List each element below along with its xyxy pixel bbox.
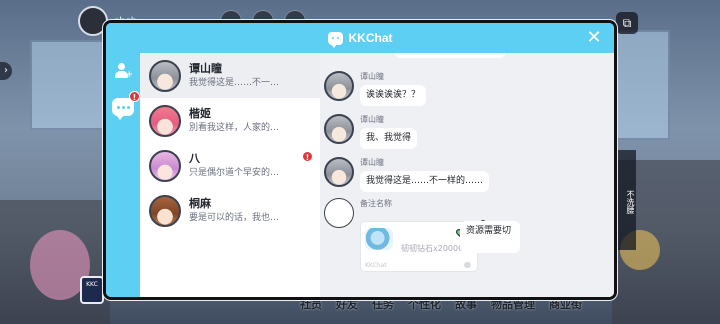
conversation-item[interactable]: 八 只是偶尔道个早安的… ! — [140, 143, 320, 188]
message-bubble: 我觉得这是……不一样的…… — [360, 171, 490, 192]
message-area[interactable]: 谭山瞳 诶诶诶诶？？ 谭山瞳 我、我觉得 谭山瞳 我觉得这是……不一样的…… 备… — [320, 53, 614, 297]
message-bubble: 资源需要切 — [460, 221, 520, 253]
kkchat-logo-icon — [327, 31, 343, 48]
message-sender: 谭山瞳 — [360, 115, 384, 124]
event-badge[interactable]: KKC — [80, 276, 104, 304]
conversation-preview: 別看我这样，人家的… — [189, 123, 280, 133]
conversation-preview: 我觉得这是……不一… — [189, 78, 280, 88]
conversation-item[interactable]: 桐麻 要是可以的话，我也… — [140, 188, 320, 233]
conversation-item[interactable]: 楷姬 別看我这样，人家的… — [140, 98, 320, 143]
screen-toggle-icon[interactable]: ⧉ — [616, 12, 638, 34]
message-bubble: 诶诶诶诶？？ — [360, 85, 427, 106]
message-bubble: 我、我觉得 — [360, 128, 418, 149]
chevron-right-icon[interactable]: › — [0, 62, 12, 80]
conversation-name: 谭山瞳 — [189, 62, 222, 75]
message-bubble-stub — [395, 53, 505, 58]
message-sender: 谭山瞳 — [360, 72, 384, 81]
message-sender: 谭山瞳 — [360, 158, 384, 167]
app-title: KKChat — [348, 31, 393, 45]
avatar — [324, 157, 354, 187]
conversation-name: 楷姬 — [189, 107, 211, 120]
conversation-name: 桐麻 — [189, 197, 211, 210]
contacts-tab[interactable]: + — [111, 59, 135, 83]
heart-icon — [464, 262, 471, 268]
avatar — [324, 71, 354, 101]
avatar — [149, 149, 181, 182]
alert-badge: ! — [129, 91, 140, 102]
conversation-item[interactable]: 谭山瞳 我觉得这是……不一… — [140, 53, 320, 98]
avatar — [149, 194, 181, 227]
side-rail: + ! — [106, 53, 140, 297]
message-sender: 备注名称 — [360, 199, 392, 208]
conversation-name: 八 — [189, 152, 200, 165]
alert-badge: ! — [302, 151, 313, 162]
conversation-preview: 只是偶尔道个早安的… — [189, 168, 280, 178]
message-row: 谭山瞳 我觉得这是……不一样的…… — [324, 157, 490, 192]
conversation-list: 谭山瞳 我觉得这是……不一… 楷姬 別看我这样，人家的… 八 只是偶尔道个早安的… — [140, 53, 320, 297]
chat-window: KKChat ✕ + ! 谭山瞳 我觉得这是……不一… 楷姬 別看我这样，人家的… — [103, 20, 617, 300]
avatar-placeholder — [324, 198, 354, 228]
add-contact-icon: + — [115, 63, 133, 80]
gift-text: 韧韧钻石x20000 — [401, 244, 464, 253]
chat-header: KKChat ✕ — [106, 23, 614, 53]
chats-tab[interactable]: ! — [111, 91, 140, 120]
close-button[interactable]: ✕ — [584, 28, 604, 48]
chat-body: + ! 谭山瞳 我觉得这是……不一… 楷姬 別看我这样，人家的… 八 只是偶尔道… — [106, 53, 614, 297]
avatar — [149, 104, 181, 137]
diamond-icon — [365, 228, 393, 250]
message-row: 谭山瞳 我、我觉得 — [324, 114, 418, 149]
message-row: 谭山瞳 诶诶诶诶？？ — [324, 71, 427, 106]
avatar — [324, 114, 354, 144]
message-row: 备注名称 韧韧钻石x20000 KKChat 资源需要切 — [324, 198, 554, 288]
conversation-preview: 要是可以的话，我也… — [189, 213, 280, 223]
gift-footer: KKChat — [365, 262, 387, 269]
avatar — [149, 59, 181, 92]
side-panel[interactable]: 不洗腰 — [618, 150, 636, 250]
